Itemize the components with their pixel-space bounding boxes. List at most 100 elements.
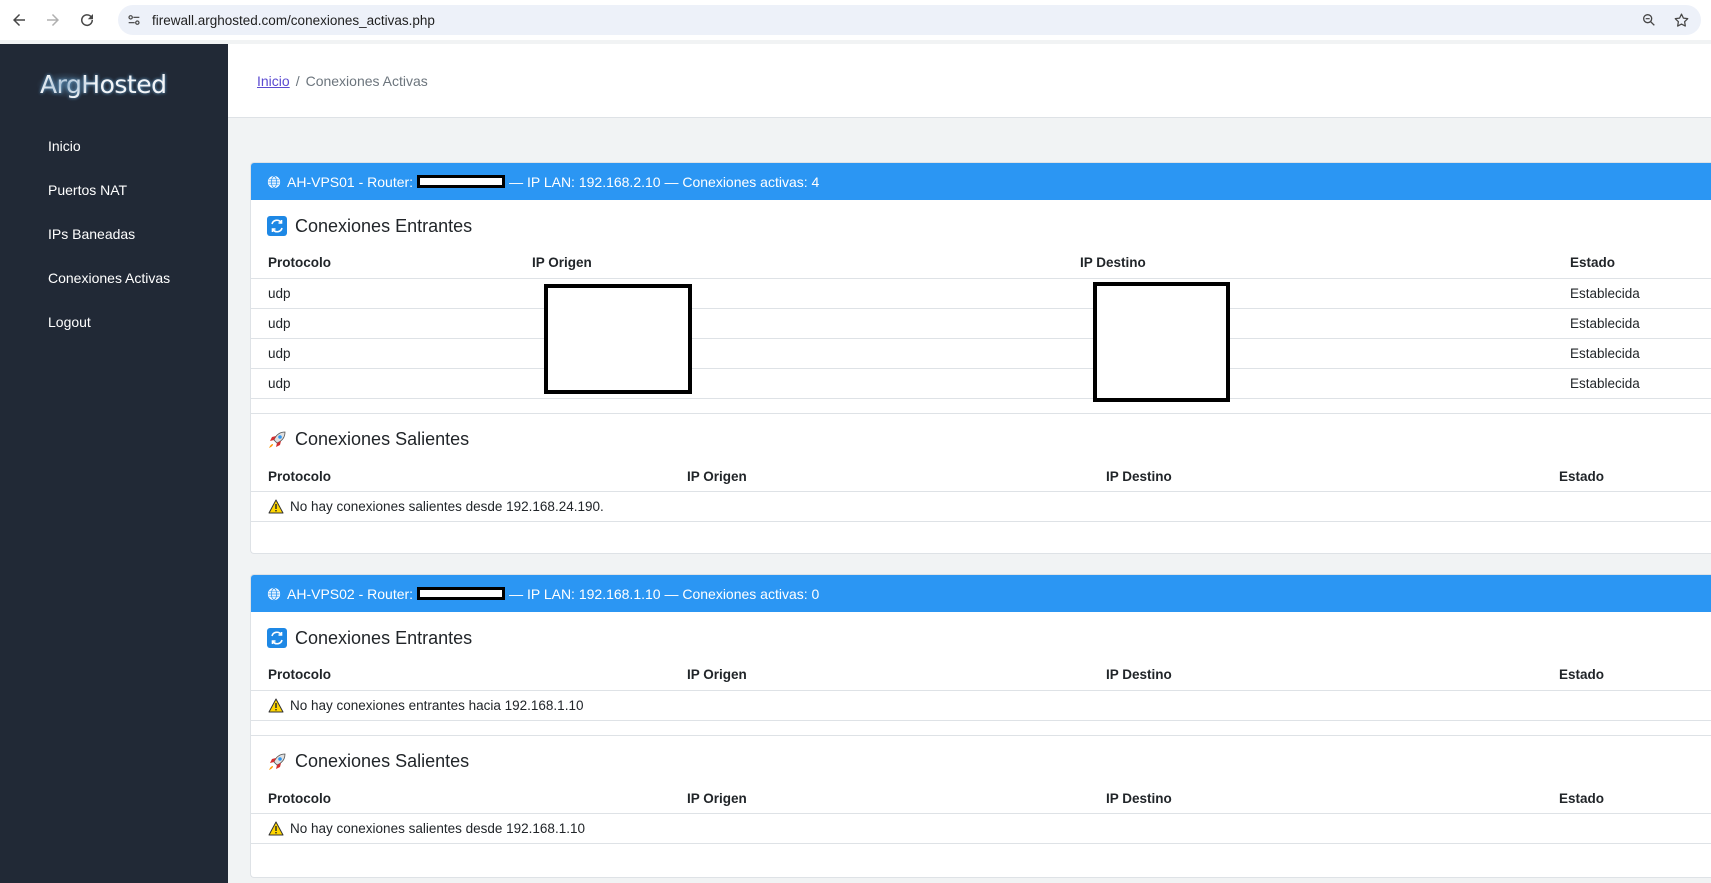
card-header-details: — IP LAN: 192.168.1.10 — Conexiones acti…	[509, 585, 820, 602]
redacted-router-ip	[417, 175, 506, 188]
table-row: udp Establecida	[251, 338, 1711, 369]
empty-cell: No hay conexiones salientes desde 192.16…	[251, 813, 1711, 844]
address-bar[interactable]: firewall.arghosted.com/conexiones_activa…	[118, 5, 1701, 35]
sidebar-nav: Inicio Puertos NAT IPs Baneadas Conexion…	[0, 124, 228, 344]
col-header-protocol: Protocolo	[251, 660, 687, 691]
sidebar-item-inicio[interactable]: Inicio	[0, 124, 228, 168]
card-header: AH-VPS01 - Router: — IP LAN: 192.168.2.1…	[251, 163, 1711, 200]
section-title-incoming: Conexiones Entrantes	[251, 204, 1711, 248]
breadcrumb-home-link[interactable]: Inicio	[257, 73, 290, 89]
empty-message: No hay conexiones salientes desde 192.16…	[290, 821, 585, 836]
card-header: AH-VPS02 - Router: — IP LAN: 192.168.1.1…	[251, 575, 1711, 612]
section-title-outgoing: Conexiones Salientes	[251, 418, 1711, 462]
section-title-text: Conexiones Entrantes	[295, 215, 473, 236]
sidebar-item-ips-baneadas[interactable]: IPs Baneadas	[0, 212, 228, 256]
empty-message: No hay conexiones entrantes hacia 192.16…	[290, 697, 584, 713]
section-title-text: Conexiones Entrantes	[295, 627, 473, 648]
col-header-dst: IP Destino	[1106, 660, 1559, 691]
section-title-text: Conexiones Salientes	[295, 751, 470, 771]
col-header-state: Estado	[1559, 461, 1711, 492]
cell-protocol: udp	[251, 278, 532, 309]
warning-icon	[268, 698, 284, 713]
incoming-table: Protocolo IP Origen IP Destino Estado ud…	[251, 248, 1711, 399]
col-header-dst: IP Destino	[1106, 461, 1559, 492]
reload-icon[interactable]	[70, 3, 104, 37]
incoming-table: Protocolo IP Origen IP Destino Estado No…	[251, 660, 1711, 721]
server-card-vps02: AH-VPS02 - Router: — IP LAN: 192.168.1.1…	[250, 574, 1711, 878]
section-title-incoming: Conexiones Entrantes	[251, 616, 1711, 660]
sidebar-item-conexiones-activas[interactable]: Conexiones Activas	[0, 256, 228, 300]
redacted-source-ips	[544, 284, 692, 394]
globe-icon	[267, 587, 281, 601]
col-header-src: IP Origen	[687, 783, 1106, 814]
arrows-cycle-icon	[267, 216, 287, 236]
col-header-state: Estado	[1559, 660, 1711, 691]
rocket-icon	[267, 752, 287, 772]
breadcrumb-separator: /	[295, 73, 300, 89]
cell-state: Establecida	[1570, 368, 1711, 399]
site-settings-icon[interactable]	[120, 6, 148, 34]
sidebar-item-logout[interactable]: Logout	[0, 300, 228, 344]
page-header: Inicio / Conexiones Activas	[228, 44, 1711, 118]
zoom-icon[interactable]	[1639, 10, 1659, 30]
section-title-outgoing: Conexiones Salientes	[251, 740, 1711, 784]
table-row: udp Establecida	[251, 278, 1711, 309]
cell-state: Establecida	[1570, 278, 1711, 309]
empty-message: No hay conexiones salientes desde 192.16…	[290, 499, 604, 514]
table-header-row: Protocolo IP Origen IP Destino Estado	[251, 660, 1711, 691]
card-header-title: AH-VPS02 - Router:	[287, 585, 414, 602]
cell-protocol: udp	[251, 338, 532, 369]
arrows-cycle-icon	[267, 628, 287, 648]
sidebar-item-puertos-nat[interactable]: Puertos NAT	[0, 168, 228, 212]
table-row: udp Establecida	[251, 368, 1711, 399]
redacted-router-ip	[417, 587, 506, 600]
empty-row: No hay conexiones salientes desde 192.16…	[251, 813, 1711, 844]
warning-icon	[268, 499, 284, 514]
col-header-src: IP Origen	[687, 660, 1106, 691]
sidebar: ArgHosted Inicio Puertos NAT IPs Baneada…	[0, 44, 228, 883]
logo-swirl	[36, 72, 96, 98]
globe-icon	[267, 175, 281, 189]
redacted-destination-ips	[1093, 282, 1230, 402]
section-title-text: Conexiones Salientes	[295, 429, 470, 449]
empty-cell: No hay conexiones entrantes hacia 192.16…	[251, 690, 1711, 721]
breadcrumb-current: Conexiones Activas	[305, 73, 428, 89]
cell-protocol: udp	[251, 368, 532, 399]
empty-cell: No hay conexiones salientes desde 192.16…	[251, 491, 1711, 522]
table-row: udp Establecida	[251, 308, 1711, 339]
table-header-row: Protocolo IP Origen IP Destino Estado	[251, 461, 1711, 492]
table-header-row: Protocolo IP Origen IP Destino Estado	[251, 783, 1711, 814]
logo[interactable]: ArgHosted	[36, 64, 190, 104]
col-header-dst: IP Destino	[1106, 783, 1559, 814]
rocket-icon	[267, 430, 287, 450]
section-divider	[251, 399, 1711, 414]
forward-icon[interactable]	[36, 3, 70, 37]
cell-protocol: udp	[251, 308, 532, 339]
col-header-src: IP Origen	[532, 248, 1080, 279]
bookmark-star-icon[interactable]	[1671, 10, 1691, 30]
table-header-row: Protocolo IP Origen IP Destino Estado	[251, 248, 1711, 279]
col-header-dst: IP Destino	[1080, 248, 1570, 279]
card-header-details: — IP LAN: 192.168.2.10 — Conexiones acti…	[509, 173, 820, 190]
col-header-protocol: Protocolo	[251, 248, 532, 279]
cell-state: Establecida	[1570, 308, 1711, 339]
url-text[interactable]: firewall.arghosted.com/conexiones_activa…	[152, 13, 1639, 28]
col-header-protocol: Protocolo	[251, 461, 687, 492]
col-header-protocol: Protocolo	[251, 783, 687, 814]
col-header-state: Estado	[1570, 248, 1711, 279]
col-header-state: Estado	[1559, 783, 1711, 814]
outgoing-table: Protocolo IP Origen IP Destino Estado No…	[251, 461, 1711, 522]
warning-icon	[268, 821, 284, 836]
card-header-title: AH-VPS01 - Router:	[287, 173, 414, 190]
cell-state: Establecida	[1570, 338, 1711, 369]
server-card-vps01: AH-VPS01 - Router: — IP LAN: 192.168.2.1…	[250, 162, 1711, 554]
section-divider	[251, 721, 1711, 736]
outgoing-table: Protocolo IP Origen IP Destino Estado No…	[251, 783, 1711, 844]
empty-row: No hay conexiones salientes desde 192.16…	[251, 491, 1711, 522]
back-icon[interactable]	[2, 3, 36, 37]
breadcrumb: Inicio / Conexiones Activas	[257, 73, 428, 89]
browser-toolbar: firewall.arghosted.com/conexiones_activa…	[0, 0, 1711, 40]
empty-row: No hay conexiones entrantes hacia 192.16…	[251, 690, 1711, 721]
main-content: AH-VPS01 - Router: — IP LAN: 192.168.2.1…	[228, 118, 1711, 883]
col-header-src: IP Origen	[687, 461, 1106, 492]
